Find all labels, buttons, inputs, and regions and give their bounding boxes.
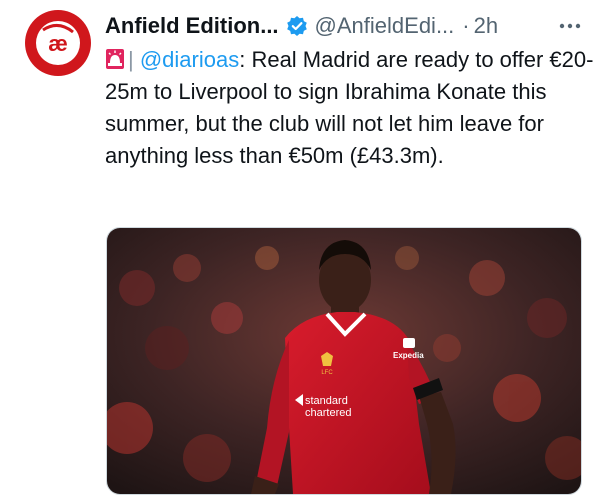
separator-dot: · (462, 13, 470, 38)
svg-text:LFC: LFC (321, 370, 333, 376)
avatar-logo: æ (36, 21, 80, 65)
author-name[interactable]: Anfield Edition... (105, 13, 279, 39)
tweet-media[interactable]: LFC standard chartered Expedia (106, 227, 582, 495)
timestamp[interactable]: 2h (474, 13, 498, 39)
tweet-separator: | (128, 47, 140, 72)
mention-link[interactable]: @diarioas (140, 47, 239, 72)
svg-text:Expedia: Expedia (393, 351, 424, 360)
tweet-text: | @diarioas: Real Madrid are ready to of… (105, 44, 595, 172)
avatar-text: æ (48, 31, 68, 56)
author-handle[interactable]: @AnfieldEdi... (315, 13, 455, 39)
avatar[interactable]: æ (25, 10, 91, 76)
siren-icon (105, 47, 125, 69)
verified-icon (286, 15, 308, 37)
player-photo: LFC standard chartered Expedia (107, 228, 581, 494)
tweet-header: Anfield Edition... @AnfieldEdi... · 2h (105, 9, 585, 43)
svg-text:standard: standard (305, 395, 348, 407)
svg-text:chartered: chartered (305, 407, 351, 419)
more-icon[interactable] (557, 9, 583, 43)
